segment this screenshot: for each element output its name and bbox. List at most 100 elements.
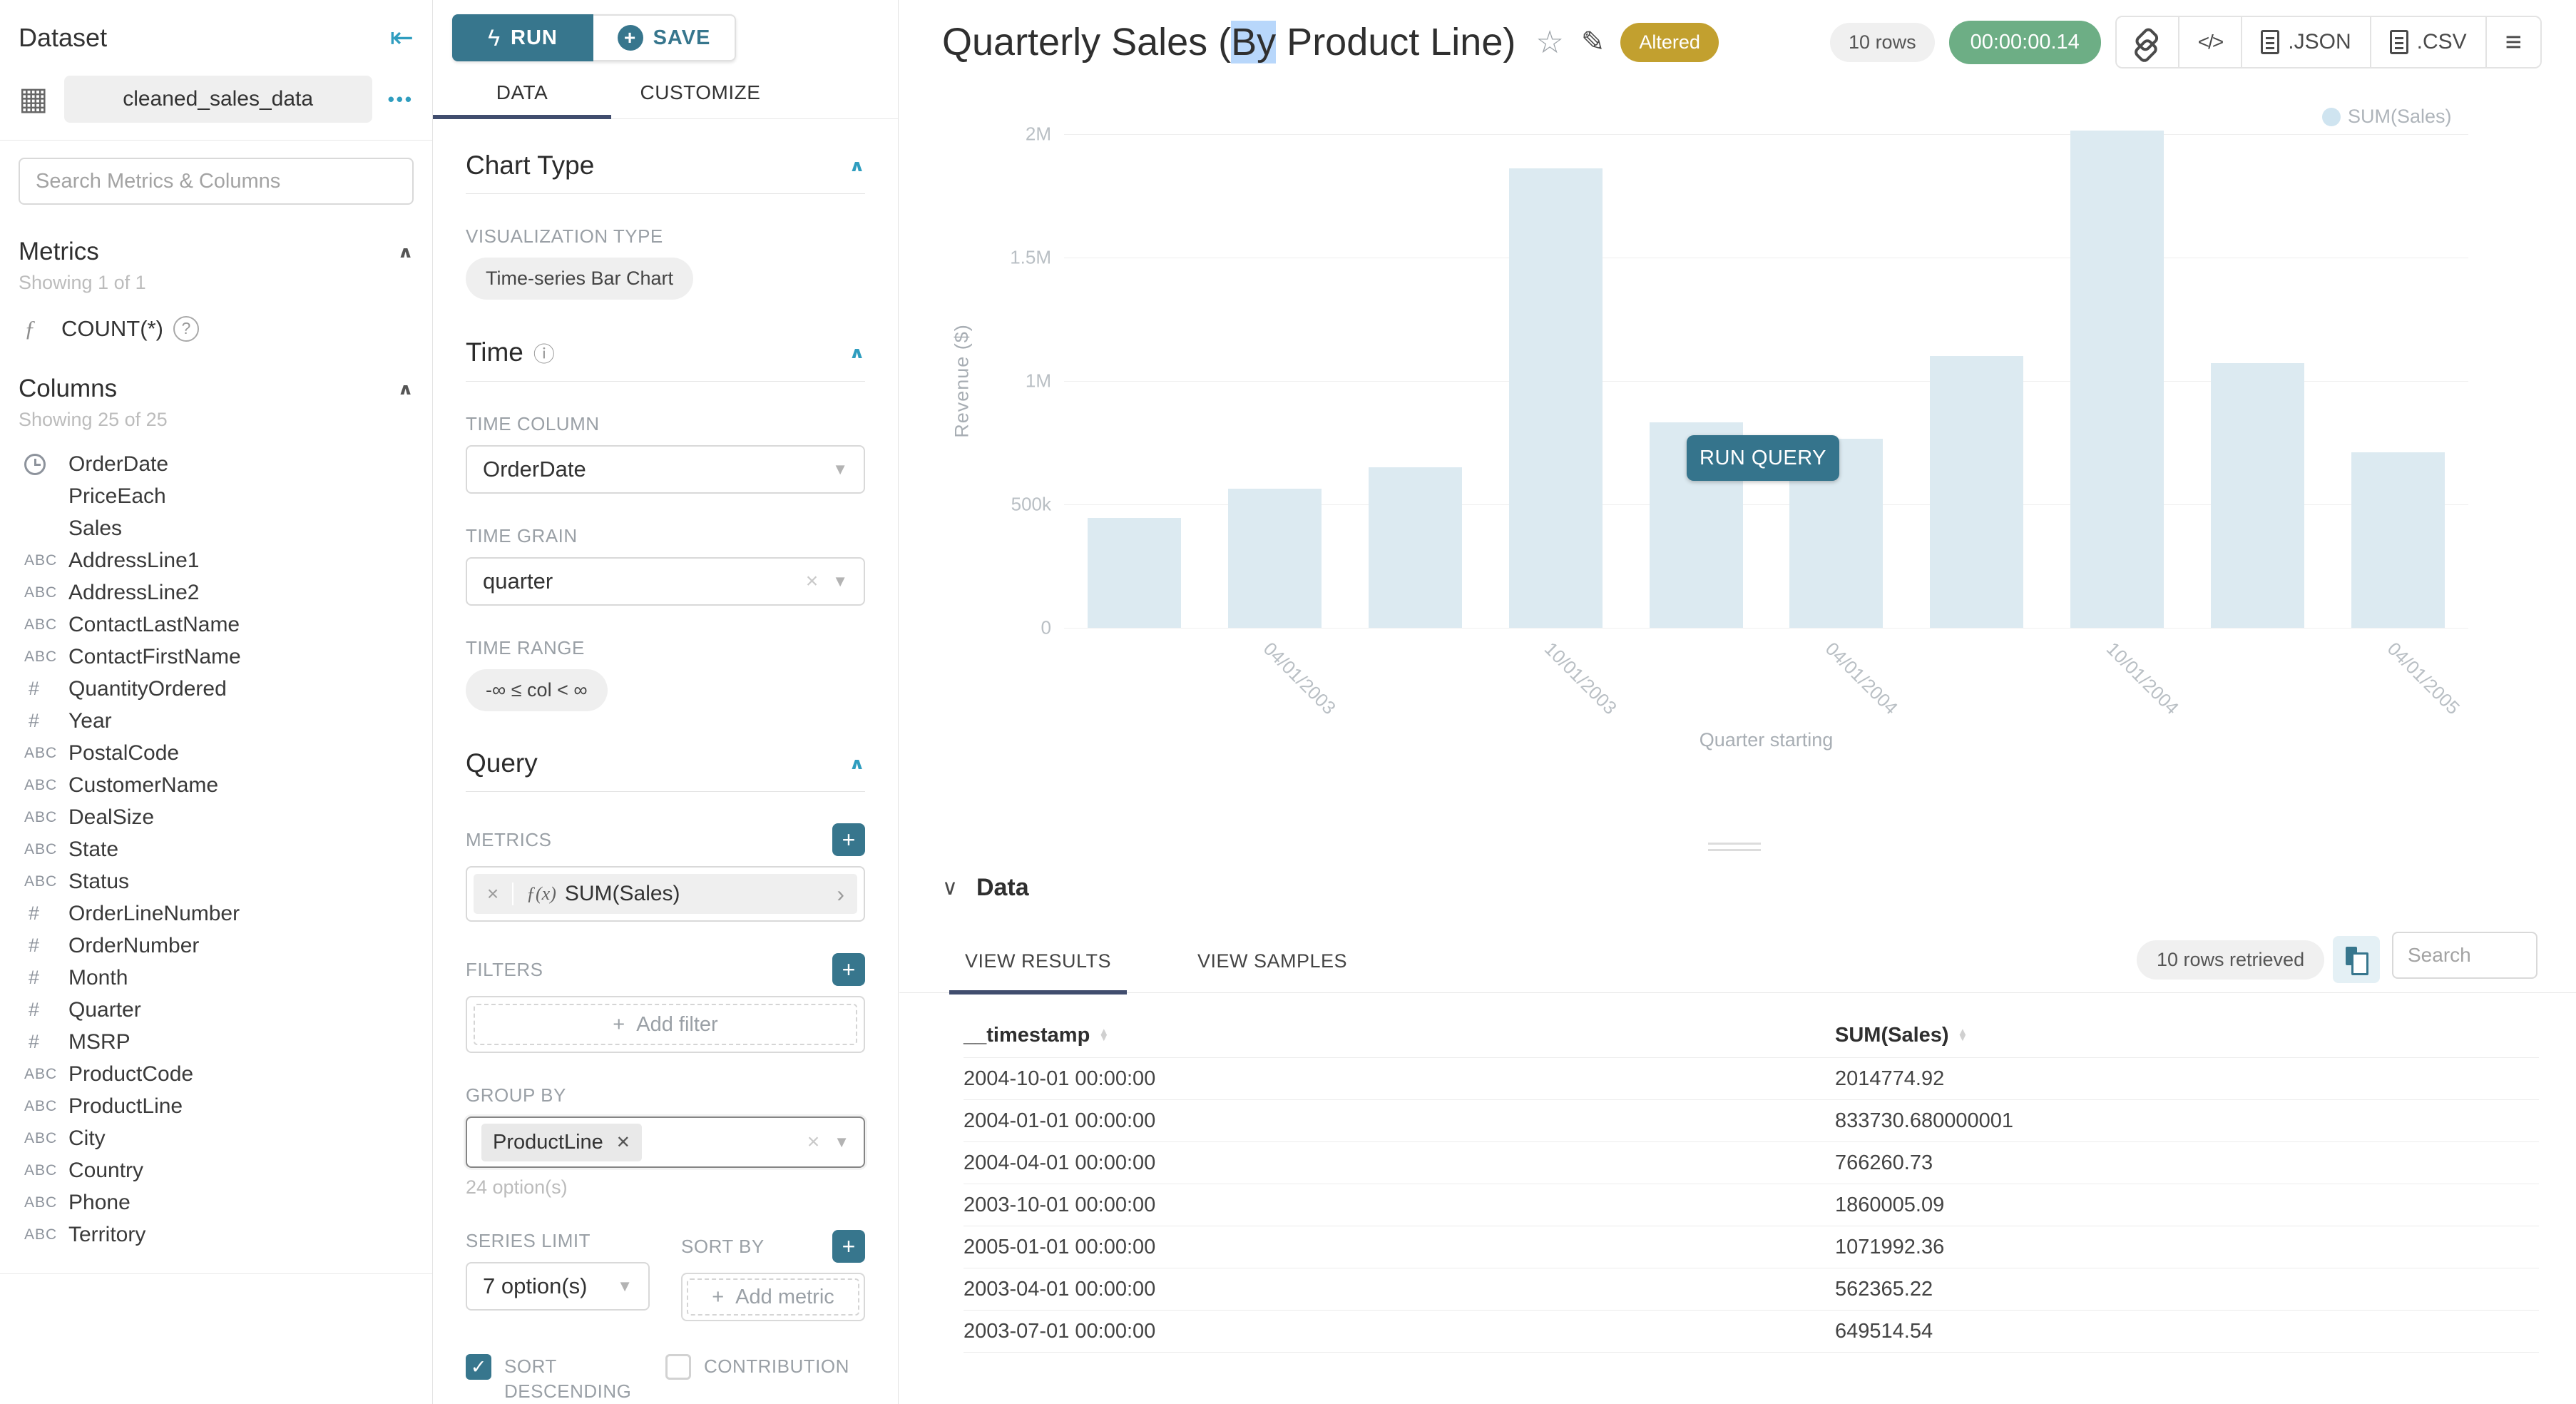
chevron-up-icon[interactable]: ∧ <box>849 156 865 175</box>
add-metric-dropzone[interactable]: + Add metric <box>687 1278 859 1316</box>
copy-link-button[interactable] <box>2117 17 2178 67</box>
column-list-item[interactable]: ABCTerritory <box>0 1219 432 1251</box>
column-header-timestamp[interactable]: __timestamp ▲▼ <box>964 1024 1835 1047</box>
string-type-icon: ABC <box>24 745 68 762</box>
column-list-item[interactable]: ABCPostalCode <box>0 737 432 769</box>
column-list-item[interactable]: Sales <box>0 512 432 544</box>
remove-metric-icon[interactable]: × <box>474 882 513 905</box>
column-list-item[interactable]: #Year <box>0 705 432 737</box>
export-json-button[interactable]: .JSON <box>2241 17 2369 67</box>
add-filter-button[interactable]: + <box>832 953 865 986</box>
column-list-item[interactable]: #MSRP <box>0 1026 432 1058</box>
column-header-metric[interactable]: SUM(Sales) ▲▼ <box>1835 1024 1968 1047</box>
run-query-overlay-button[interactable]: RUN QUERY <box>1687 435 1839 481</box>
bar-2005-04-01[interactable] <box>2351 452 2445 628</box>
time-range-value[interactable]: -∞ ≤ col < ∞ <box>466 669 608 711</box>
favorite-star-icon[interactable]: ☆ <box>1535 24 1563 61</box>
bar-2003-10-01[interactable] <box>1509 168 1603 628</box>
search-metrics-columns-input[interactable] <box>19 158 414 205</box>
dataset-name[interactable]: cleaned_sales_data <box>64 76 372 123</box>
column-list-item[interactable]: ABCProductLine <box>0 1090 432 1122</box>
panel-resize-handle[interactable] <box>1708 843 1761 855</box>
column-list-item[interactable]: ABCProductCode <box>0 1058 432 1090</box>
add-sort-metric-button[interactable]: + <box>832 1230 865 1263</box>
collapse-panel-icon[interactable]: ⇤ <box>389 21 414 54</box>
tab-data[interactable]: DATA <box>433 81 611 118</box>
column-list-item[interactable]: ABCPhone <box>0 1186 432 1219</box>
column-list-item[interactable]: ABCContactLastName <box>0 609 432 641</box>
time-grain-select[interactable]: quarter × ▼ <box>466 557 865 606</box>
chevron-up-icon[interactable]: ∧ <box>397 243 414 261</box>
bar-2004-10-01[interactable] <box>2070 131 2164 628</box>
table-row[interactable]: 2004-10-01 00:00:002014774.92 <box>964 1057 2539 1099</box>
column-list-item[interactable]: ABCStatus <box>0 865 432 897</box>
column-list-item[interactable]: #OrderNumber <box>0 930 432 962</box>
view-query-button[interactable]: </> <box>2178 17 2241 67</box>
column-list-item[interactable]: ABCAddressLine1 <box>0 544 432 576</box>
menu-button[interactable]: ≡ <box>2485 17 2540 67</box>
chart-legend[interactable]: SUM(Sales) <box>2322 106 2452 128</box>
clear-icon[interactable]: × <box>807 1130 820 1154</box>
results-search-input[interactable] <box>2392 932 2537 979</box>
column-list-item[interactable]: #Quarter <box>0 994 432 1026</box>
column-list-item[interactable]: PriceEach <box>0 480 432 512</box>
table-row[interactable]: 2003-04-01 00:00:00562365.22 <box>964 1268 2539 1310</box>
chevron-right-icon[interactable]: › <box>824 881 857 907</box>
column-list-item[interactable]: #OrderLineNumber <box>0 897 432 930</box>
group-by-select[interactable]: ProductLine ✕ × ▼ <box>466 1116 865 1168</box>
remove-tag-icon[interactable]: ✕ <box>616 1132 630 1153</box>
add-filter-dropzone[interactable]: + Add filter <box>474 1004 857 1045</box>
column-list-item[interactable]: #QuantityOrdered <box>0 673 432 705</box>
table-row[interactable]: 2003-07-01 00:00:00649514.54 <box>964 1310 2539 1352</box>
sort-icon[interactable]: ▲▼ <box>1958 1029 1968 1042</box>
column-list-item[interactable]: ABCCountry <box>0 1154 432 1186</box>
column-list-item[interactable]: ABCCustomerName <box>0 769 432 801</box>
table-row[interactable]: 2004-01-01 00:00:00833730.680000001 <box>964 1099 2539 1141</box>
column-list-item[interactable]: ABCAddressLine2 <box>0 576 432 609</box>
table-grid-icon: ▦ <box>19 83 48 115</box>
series-limit-select[interactable]: 7 option(s) ▼ <box>466 1262 650 1311</box>
copy-data-button[interactable] <box>2333 936 2380 983</box>
bar-2003-07-01[interactable] <box>1369 467 1462 628</box>
bar-2004-07-01[interactable] <box>1930 356 2023 628</box>
tab-view-results[interactable]: VIEW RESULTS <box>965 950 1111 972</box>
export-csv-button[interactable]: .CSV <box>2370 17 2485 67</box>
column-list-item[interactable]: ABCDealSize <box>0 801 432 833</box>
column-list-item[interactable]: #Month <box>0 962 432 994</box>
run-button[interactable]: ϟ RUN <box>452 14 593 61</box>
chevron-down-icon[interactable]: ∨ <box>942 875 958 900</box>
column-list-item[interactable]: ABCCity <box>0 1122 432 1154</box>
column-list-item[interactable]: ABCState <box>0 833 432 865</box>
tab-view-samples[interactable]: VIEW SAMPLES <box>1197 950 1347 972</box>
edit-title-icon[interactable]: ✎ <box>1581 26 1605 58</box>
metric-chip[interactable]: × ƒ(x) SUM(Sales) › <box>474 874 857 914</box>
bar-2003-04-01[interactable] <box>1228 489 1322 628</box>
metric-list-item[interactable]: ƒ COUNT(*) ? <box>24 315 414 342</box>
column-list-item[interactable]: OrderDate <box>0 448 432 480</box>
clear-icon[interactable]: × <box>806 569 819 594</box>
dataset-options-icon[interactable]: ••• <box>388 88 414 111</box>
table-row[interactable]: 2003-10-01 00:00:001860005.09 <box>964 1184 2539 1226</box>
code-icon: </> <box>2198 31 2222 54</box>
chevron-up-icon[interactable]: ∧ <box>849 754 865 773</box>
table-row[interactable]: 2004-04-01 00:00:00766260.73 <box>964 1141 2539 1184</box>
sort-descending-checkbox[interactable]: ✓ <box>466 1354 491 1380</box>
add-metric-button[interactable]: + <box>832 823 865 856</box>
tab-customize[interactable]: CUSTOMIZE <box>611 81 789 118</box>
chevron-up-icon[interactable]: ∧ <box>397 380 414 398</box>
help-icon[interactable]: ? <box>173 316 199 342</box>
column-list-item[interactable]: ABCContactFirstName <box>0 641 432 673</box>
bar-2003-01-01[interactable] <box>1088 518 1181 628</box>
bar-2005-01-01[interactable] <box>2211 363 2304 628</box>
timestamp-cell: 2005-01-01 00:00:00 <box>964 1236 1835 1259</box>
info-icon[interactable]: ⓘ <box>533 337 555 368</box>
chevron-up-icon[interactable]: ∧ <box>849 343 865 362</box>
contribution-checkbox[interactable] <box>665 1354 691 1380</box>
time-column-select[interactable]: OrderDate ▼ <box>466 445 865 494</box>
column-name: Territory <box>68 1223 145 1247</box>
chart-title[interactable]: Quarterly Sales (By Product Line) <box>942 20 1516 64</box>
table-row[interactable]: 2005-01-01 00:00:001071992.36 <box>964 1226 2539 1268</box>
sort-icon[interactable]: ▲▼ <box>1098 1029 1109 1042</box>
viz-type-value[interactable]: Time-series Bar Chart <box>466 258 693 300</box>
save-button[interactable]: + SAVE <box>593 14 736 61</box>
